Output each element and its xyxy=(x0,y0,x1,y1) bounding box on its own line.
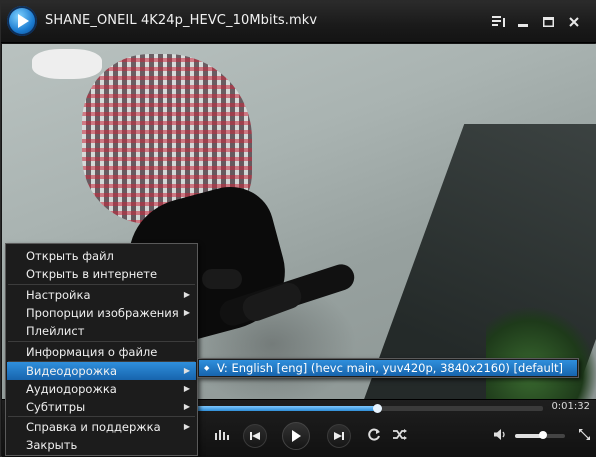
selected-bullet-icon: ◆ xyxy=(204,364,210,372)
menu-item-aspect-ratio[interactable]: Пропорции изображения ▶ xyxy=(7,304,196,322)
play-button[interactable] xyxy=(282,422,310,450)
maximize-icon[interactable] xyxy=(537,12,559,32)
menu-item-open-file[interactable]: Открыть файл xyxy=(7,247,196,265)
menu-item-close[interactable]: Закрыть xyxy=(7,436,196,454)
previous-button[interactable] xyxy=(243,424,267,448)
menu-item-file-info[interactable]: Информация о файле xyxy=(7,343,196,361)
menu-item-open-url[interactable]: Открыть в интернете xyxy=(7,265,196,283)
context-menu: Открыть файл Открыть в интернете Настрой… xyxy=(5,243,198,456)
menu-item-settings[interactable]: Настройка ▶ xyxy=(7,286,196,304)
app-logo-icon[interactable] xyxy=(7,6,37,36)
title-bar[interactable]: SHANE_ONEIL 4K24p_HEVC_10Mbits.mkv xyxy=(1,1,596,43)
menu-item-audio-track[interactable]: Аудиодорожка ▶ xyxy=(7,380,196,398)
submenu-item-video-track[interactable]: ◆ V: English [eng] (hevc main, yuv420p, … xyxy=(199,360,577,376)
submenu-arrow-icon: ▶ xyxy=(183,402,190,411)
equalizer-icon[interactable] xyxy=(214,426,230,442)
playlist-icon[interactable] xyxy=(488,12,510,32)
next-button[interactable] xyxy=(327,424,351,448)
menu-item-playlist[interactable]: Плейлист xyxy=(7,322,196,340)
repeat-icon[interactable] xyxy=(366,426,382,442)
volume-handle[interactable] xyxy=(538,431,547,439)
submenu-arrow-icon: ▶ xyxy=(183,366,190,375)
menu-item-video-track[interactable]: Видеодорожка ▶ xyxy=(7,362,196,380)
menu-separator xyxy=(8,284,195,285)
volume-slider[interactable] xyxy=(515,431,565,439)
menu-item-help[interactable]: Справка и поддержка ▶ xyxy=(7,418,196,436)
menu-separator xyxy=(8,416,195,417)
video-track-submenu: ◆ V: English [eng] (hevc main, yuv420p, … xyxy=(197,358,579,378)
close-icon[interactable] xyxy=(563,12,585,32)
shuffle-icon[interactable] xyxy=(392,426,408,442)
submenu-arrow-icon: ▶ xyxy=(183,308,190,317)
volume-icon[interactable] xyxy=(492,426,508,442)
minimize-icon[interactable] xyxy=(512,12,534,32)
menu-item-subtitles[interactable]: Субтитры ▶ xyxy=(7,398,196,416)
seek-handle[interactable] xyxy=(373,404,383,413)
submenu-arrow-icon: ▶ xyxy=(183,422,190,431)
player-window: SHANE_ONEIL 4K24p_HEVC_10Mbits.mkv 0:01:… xyxy=(0,0,596,457)
menu-separator xyxy=(8,341,195,342)
fullscreen-icon[interactable] xyxy=(576,426,592,442)
submenu-arrow-icon: ▶ xyxy=(183,290,190,299)
elapsed-time: 0:01:32 xyxy=(551,401,590,412)
submenu-arrow-icon: ▶ xyxy=(183,384,190,393)
window-title: SHANE_ONEIL 4K24p_HEVC_10Mbits.mkv xyxy=(45,13,318,28)
